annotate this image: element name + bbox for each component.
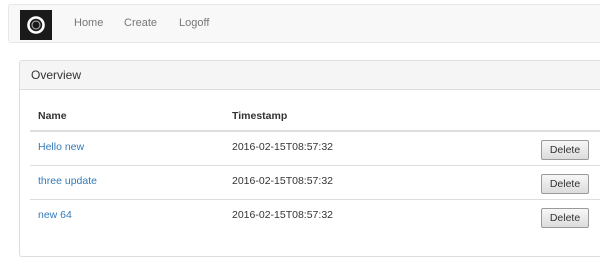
row-name-link[interactable]: three update bbox=[38, 175, 97, 187]
nav-link-logoff[interactable]: Logoff bbox=[179, 5, 209, 42]
row-timestamp: 2016-02-15T08:57:32 bbox=[232, 175, 333, 187]
column-header-timestamp: Timestamp bbox=[232, 110, 288, 122]
ring-logo-icon bbox=[27, 16, 45, 34]
table-row: three update 2016-02-15T08:57:32 Delete bbox=[30, 166, 600, 200]
row-timestamp: 2016-02-15T08:57:32 bbox=[232, 141, 333, 153]
column-header-name: Name bbox=[38, 110, 67, 122]
delete-button[interactable]: Delete bbox=[541, 140, 589, 160]
table-row: new 64 2016-02-15T08:57:32 Delete bbox=[30, 200, 600, 234]
row-name-link[interactable]: Hello new bbox=[38, 141, 84, 153]
nav-link-home[interactable]: Home bbox=[74, 5, 103, 42]
row-timestamp: 2016-02-15T08:57:32 bbox=[232, 209, 333, 221]
top-navbar: Home Create Logoff bbox=[8, 4, 600, 43]
row-name-link[interactable]: new 64 bbox=[38, 209, 72, 221]
panel-title: Overview bbox=[20, 61, 600, 90]
overview-panel: Overview Name Timestamp Hello new 2016-0… bbox=[19, 60, 600, 257]
table-row: Hello new 2016-02-15T08:57:32 Delete bbox=[30, 132, 600, 166]
delete-button[interactable]: Delete bbox=[541, 174, 589, 194]
nav-link-create[interactable]: Create bbox=[124, 5, 157, 42]
brand-logo[interactable] bbox=[20, 10, 52, 40]
delete-button[interactable]: Delete bbox=[541, 208, 589, 228]
